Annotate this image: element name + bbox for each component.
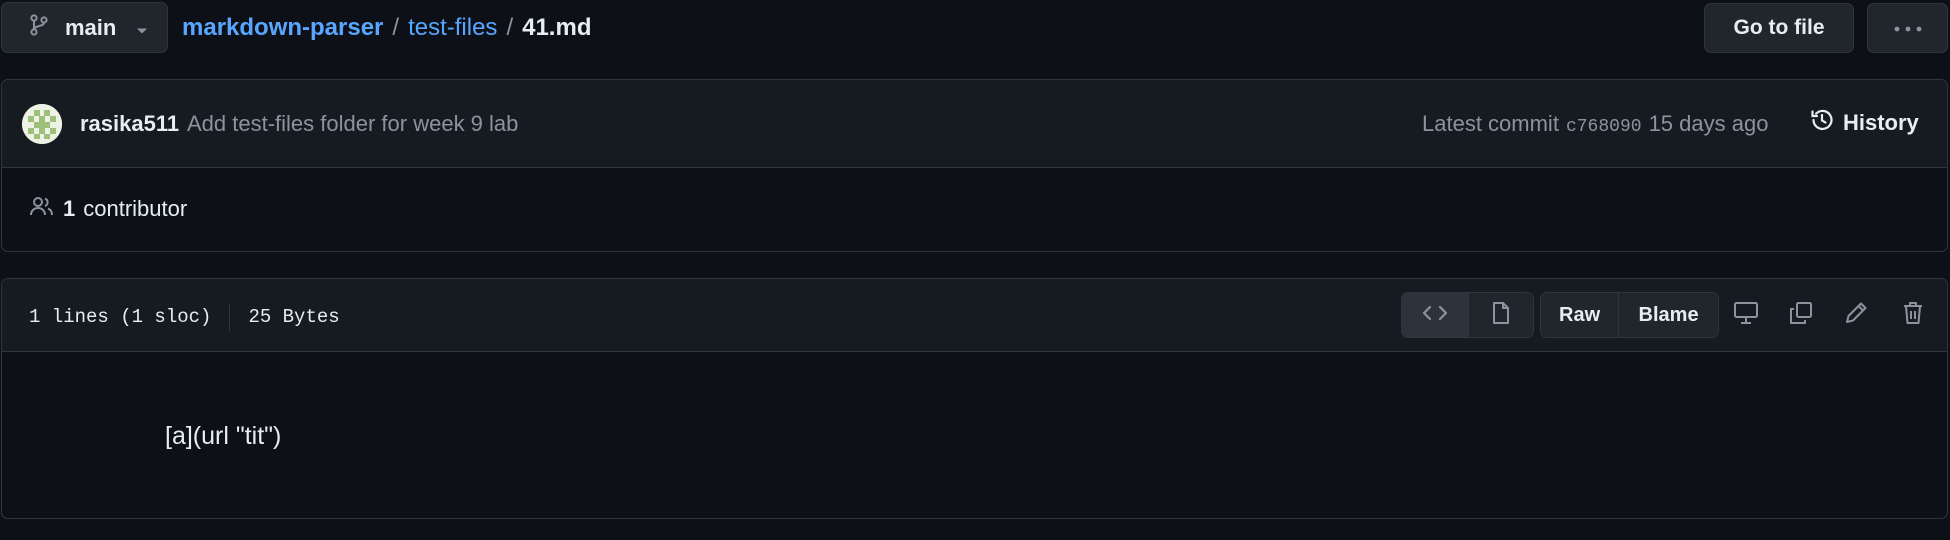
commit-time: 15 days ago xyxy=(1648,111,1769,136)
desktop-icon xyxy=(1732,300,1760,331)
people-icon xyxy=(29,195,55,223)
history-link[interactable]: History xyxy=(1809,106,1919,140)
contributors-link[interactable]: 1 contributor xyxy=(29,195,187,223)
pencil-icon xyxy=(1843,300,1869,331)
raw-blame-group: Raw Blame xyxy=(1540,292,1719,338)
go-to-file-button[interactable]: Go to file xyxy=(1704,3,1854,53)
breadcrumb-current-file: 41.md xyxy=(522,14,592,41)
rendered-view-button[interactable] xyxy=(1467,293,1533,337)
file-viewer: 1 lines (1 sloc) 25 Bytes Raw Blame xyxy=(1,278,1948,519)
latest-commit-row: rasika511 Add test-files folder for week… xyxy=(2,80,1947,168)
git-branch-icon xyxy=(29,13,49,42)
file-info: 1 lines (1 sloc) 25 Bytes xyxy=(29,303,340,331)
edit-file-button[interactable] xyxy=(1838,297,1874,333)
contributor-count: 1 xyxy=(63,196,76,221)
more-options-button[interactable] xyxy=(1867,3,1948,53)
file-navigation-bar: main markdown-parser / test-files / 41.m… xyxy=(0,0,1950,56)
breadcrumb: markdown-parser / test-files / 41.md xyxy=(182,12,591,44)
commit-meta: Latest commit c768090 15 days ago xyxy=(1422,111,1768,137)
copy-icon xyxy=(1788,300,1814,331)
breadcrumb-folder-link[interactable]: test-files xyxy=(408,14,497,42)
file-size: 25 Bytes xyxy=(248,306,340,328)
file-header: 1 lines (1 sloc) 25 Bytes Raw Blame xyxy=(2,279,1947,352)
source-view-button[interactable] xyxy=(1402,293,1468,337)
blame-button[interactable]: Blame xyxy=(1618,293,1718,337)
kebab-horizontal-icon xyxy=(1894,19,1922,37)
breadcrumb-repo-link[interactable]: markdown-parser xyxy=(182,14,383,42)
view-mode-toggle xyxy=(1401,292,1534,338)
latest-commit-label: Latest commit xyxy=(1422,111,1559,136)
copy-content-button[interactable] xyxy=(1783,297,1819,333)
file-line-count: 1 lines (1 sloc) xyxy=(29,306,212,328)
code-icon xyxy=(1422,304,1448,327)
commit-info-box: rasika511 Add test-files folder for week… xyxy=(1,79,1948,252)
history-icon xyxy=(1809,107,1835,139)
breadcrumb-separator: / xyxy=(392,14,400,41)
open-desktop-button[interactable] xyxy=(1728,297,1764,333)
avatar[interactable] xyxy=(22,104,62,144)
branch-selector-button[interactable]: main xyxy=(1,2,168,53)
markdown-rendered-line: [a](url "tit") xyxy=(165,422,282,450)
commit-sha-link[interactable]: c768090 xyxy=(1566,117,1642,137)
raw-button[interactable]: Raw xyxy=(1541,293,1619,337)
chevron-down-icon xyxy=(136,15,148,41)
delete-file-button[interactable] xyxy=(1895,297,1931,333)
history-label: History xyxy=(1843,110,1919,135)
commit-author-link[interactable]: rasika511 xyxy=(80,111,179,137)
file-content xyxy=(2,352,1947,518)
contributor-label: contributor xyxy=(83,196,188,221)
contributors-row: 1 contributor xyxy=(2,168,1947,252)
commit-message-link[interactable]: Add test-files folder for week 9 lab xyxy=(187,111,518,137)
branch-name: main xyxy=(65,14,117,40)
file-icon xyxy=(1491,301,1511,330)
breadcrumb-separator: / xyxy=(506,14,514,41)
trash-icon xyxy=(1901,300,1925,331)
divider xyxy=(229,303,231,331)
